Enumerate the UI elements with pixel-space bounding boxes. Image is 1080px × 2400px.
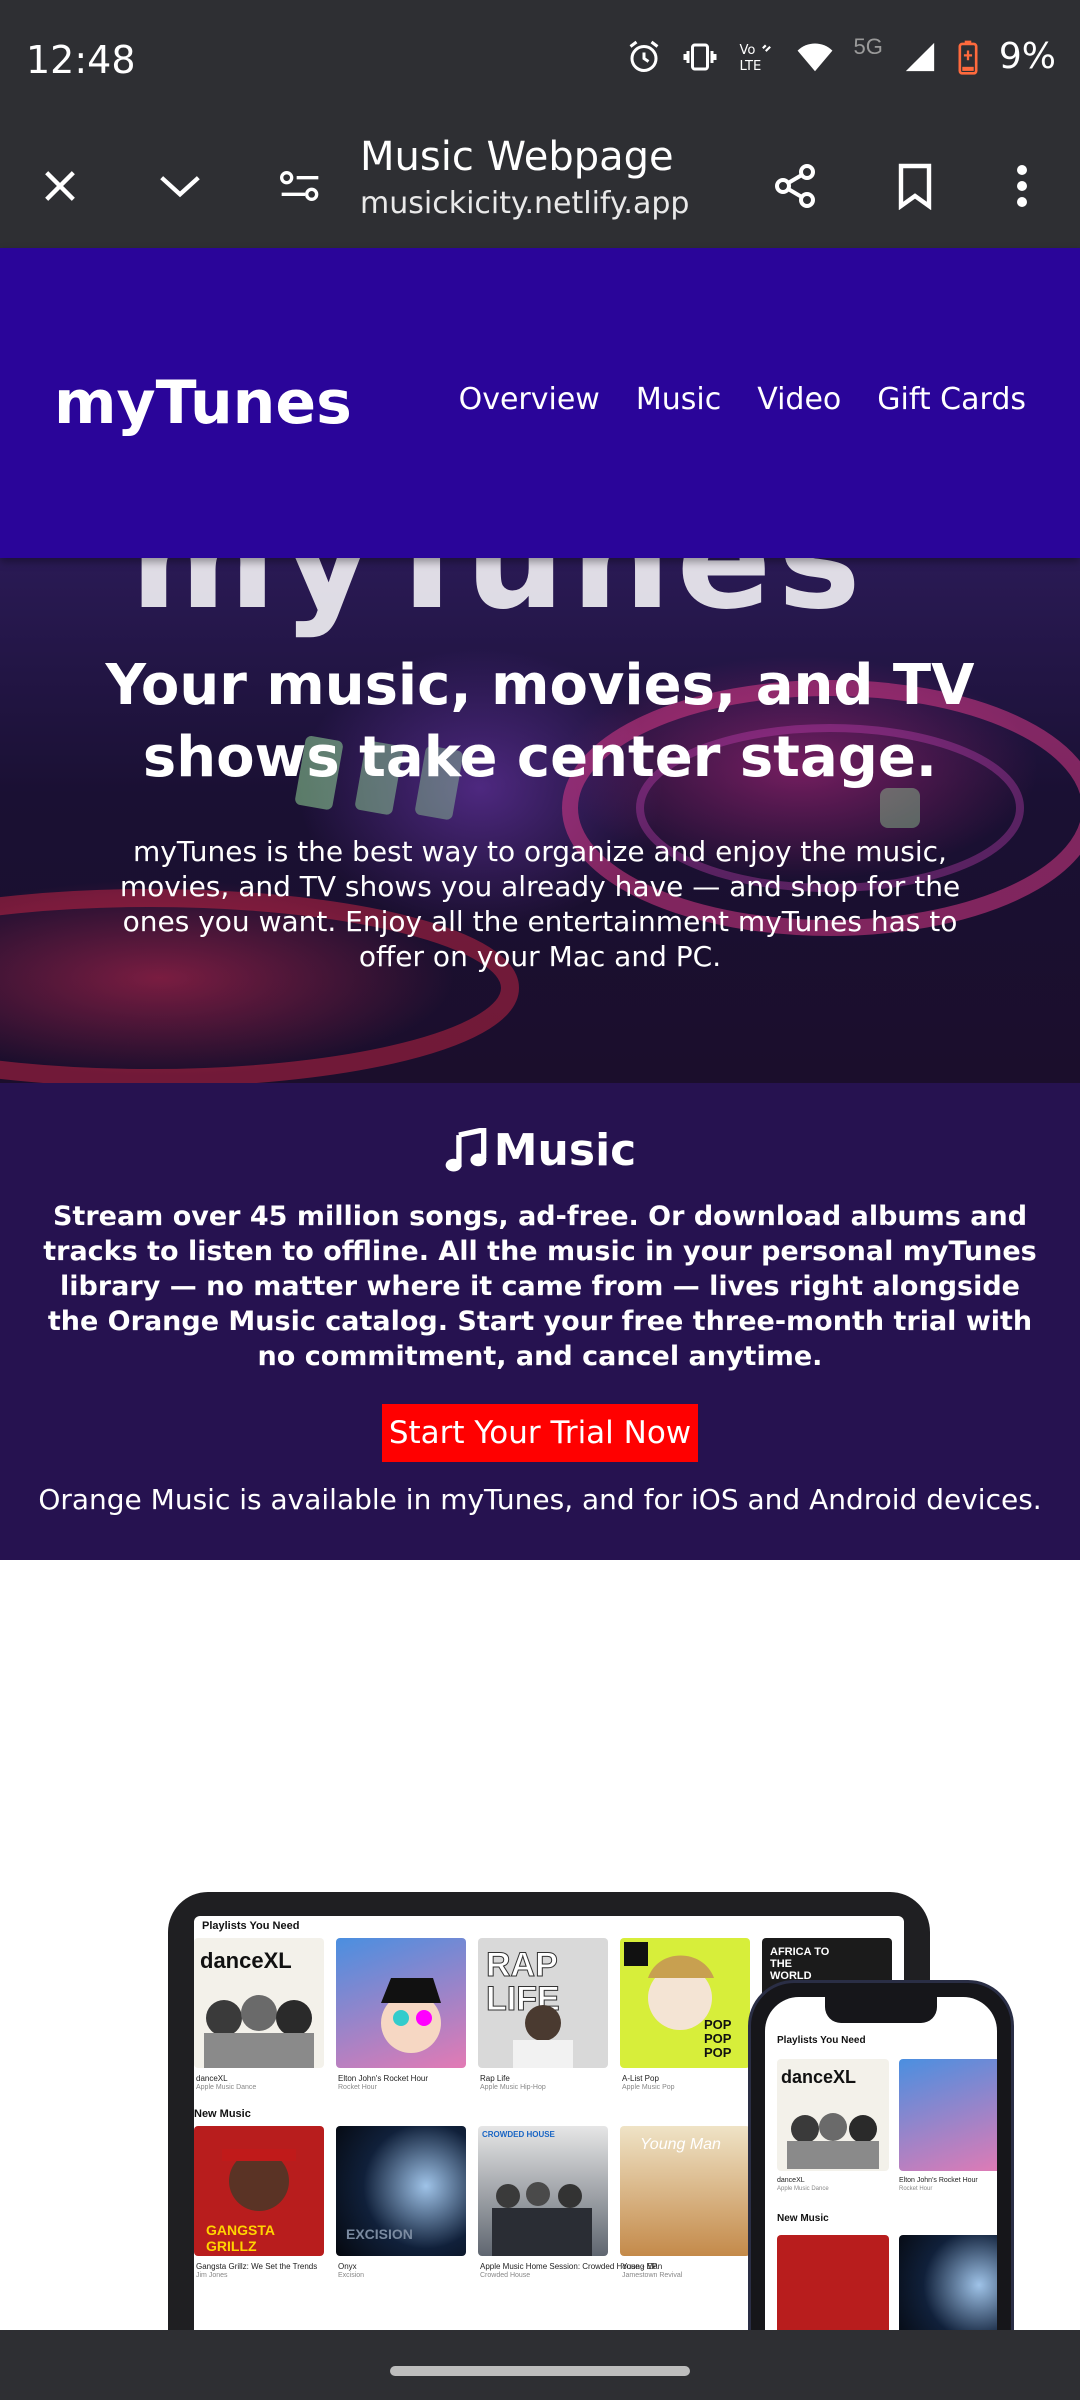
site-nav: Overview Music Video Gift Cards bbox=[459, 382, 1026, 417]
music-description: Stream over 45 million songs, ad-free. O… bbox=[43, 1201, 1037, 1372]
bookmark-icon bbox=[898, 163, 932, 210]
nav-link-gift-cards[interactable]: Gift Cards bbox=[877, 382, 1026, 417]
close-tab-button[interactable] bbox=[28, 154, 92, 218]
vibrate-icon bbox=[682, 39, 718, 75]
devices-section: Playlists You Need danceXL danceXL Apple… bbox=[0, 1560, 1080, 2330]
album-tile: EXCISION bbox=[336, 2126, 466, 2256]
album-tile: CROWDED HOUSE bbox=[478, 2126, 608, 2256]
alarm-icon bbox=[626, 39, 662, 75]
nav-link-overview[interactable]: Overview bbox=[459, 382, 600, 417]
share-button[interactable] bbox=[763, 154, 827, 218]
chevron-down-icon bbox=[160, 176, 200, 198]
hero-brand-watermark: myTunes bbox=[130, 558, 867, 641]
battery-percent: 9% bbox=[998, 36, 1056, 77]
phone-mockup: Playlists You Need danceXL danceXL Apple… bbox=[748, 1980, 1014, 2330]
hero-section: myTunes Your music, movies, and TV shows… bbox=[0, 558, 1080, 1083]
browser-toolbar: Music Webpage musickicity.netlify.app bbox=[0, 124, 1080, 248]
phone-playlist-tile: danceXL bbox=[777, 2059, 889, 2171]
site-logo[interactable]: myTunes bbox=[54, 368, 352, 438]
phone-playlists-label: Playlists You Need bbox=[777, 2035, 866, 2046]
home-gesture-handle[interactable] bbox=[390, 2366, 690, 2376]
availability-note: Orange Music is available in myTunes, an… bbox=[38, 1483, 1042, 1516]
playlist-tile: RAP LIFE bbox=[478, 1938, 608, 2068]
phone-album-tile bbox=[777, 2235, 889, 2330]
music-section: Music Stream over 45 million songs, ad-f… bbox=[0, 1083, 1080, 1560]
svg-text:Vo: Vo bbox=[739, 43, 755, 58]
page-url[interactable]: musickicity.netlify.app bbox=[360, 186, 689, 221]
hero-title: Your music, movies, and TV shows take ce… bbox=[105, 653, 975, 790]
nav-link-video[interactable]: Video bbox=[757, 382, 841, 417]
close-icon bbox=[45, 171, 75, 201]
phone-playlist-tile bbox=[899, 2059, 997, 2171]
phone-album-tile bbox=[899, 2235, 997, 2330]
status-bar: 12:48 Vo LTE 5G 9% bbox=[0, 0, 1080, 124]
volte-icon: Vo LTE bbox=[738, 39, 776, 75]
tablet-new-music-label: New Music bbox=[194, 2108, 251, 2120]
start-trial-button[interactable]: Start Your Trial Now bbox=[382, 1404, 698, 1462]
page-settings-button[interactable] bbox=[268, 154, 332, 218]
signal-icon bbox=[903, 40, 937, 74]
battery-icon bbox=[957, 39, 979, 75]
playlist-tile bbox=[336, 1938, 466, 2068]
playlist-tile: danceXL bbox=[194, 1938, 324, 2068]
album-tile: Young Man bbox=[620, 2126, 750, 2256]
music-heading: Music bbox=[0, 1125, 1080, 1176]
page-title: Music Webpage bbox=[360, 134, 674, 180]
playlist-tile: POP POP POP bbox=[620, 1938, 750, 2068]
hero-description: myTunes is the best way to organize and … bbox=[119, 835, 961, 973]
share-icon bbox=[775, 164, 815, 208]
phone-screen: Playlists You Need danceXL danceXL Apple… bbox=[765, 1997, 997, 2330]
music-heading-text: Music bbox=[493, 1125, 637, 1176]
more-vert-icon bbox=[1017, 165, 1027, 207]
network-type: 5G bbox=[853, 33, 883, 59]
page-settings-icon bbox=[279, 171, 319, 201]
site-header: myTunes Overview Music Video Gift Cards bbox=[0, 248, 1080, 558]
phone-new-music-label: New Music bbox=[777, 2213, 829, 2224]
wifi-icon bbox=[796, 40, 834, 74]
music-note-icon bbox=[445, 1127, 487, 1172]
status-time: 12:48 bbox=[26, 38, 136, 82]
system-navigation-bar bbox=[0, 2330, 1080, 2400]
album-tile: GANGSTA GRILLZ bbox=[194, 2126, 324, 2256]
status-icons: Vo LTE 5G 9% bbox=[626, 33, 1056, 77]
minimize-button[interactable] bbox=[148, 154, 212, 218]
bookmark-button[interactable] bbox=[883, 154, 947, 218]
svg-text:LTE: LTE bbox=[739, 59, 761, 74]
nav-link-music[interactable]: Music bbox=[636, 382, 721, 417]
tablet-playlists-label: Playlists You Need bbox=[202, 1920, 300, 1932]
more-options-button[interactable] bbox=[990, 154, 1054, 218]
